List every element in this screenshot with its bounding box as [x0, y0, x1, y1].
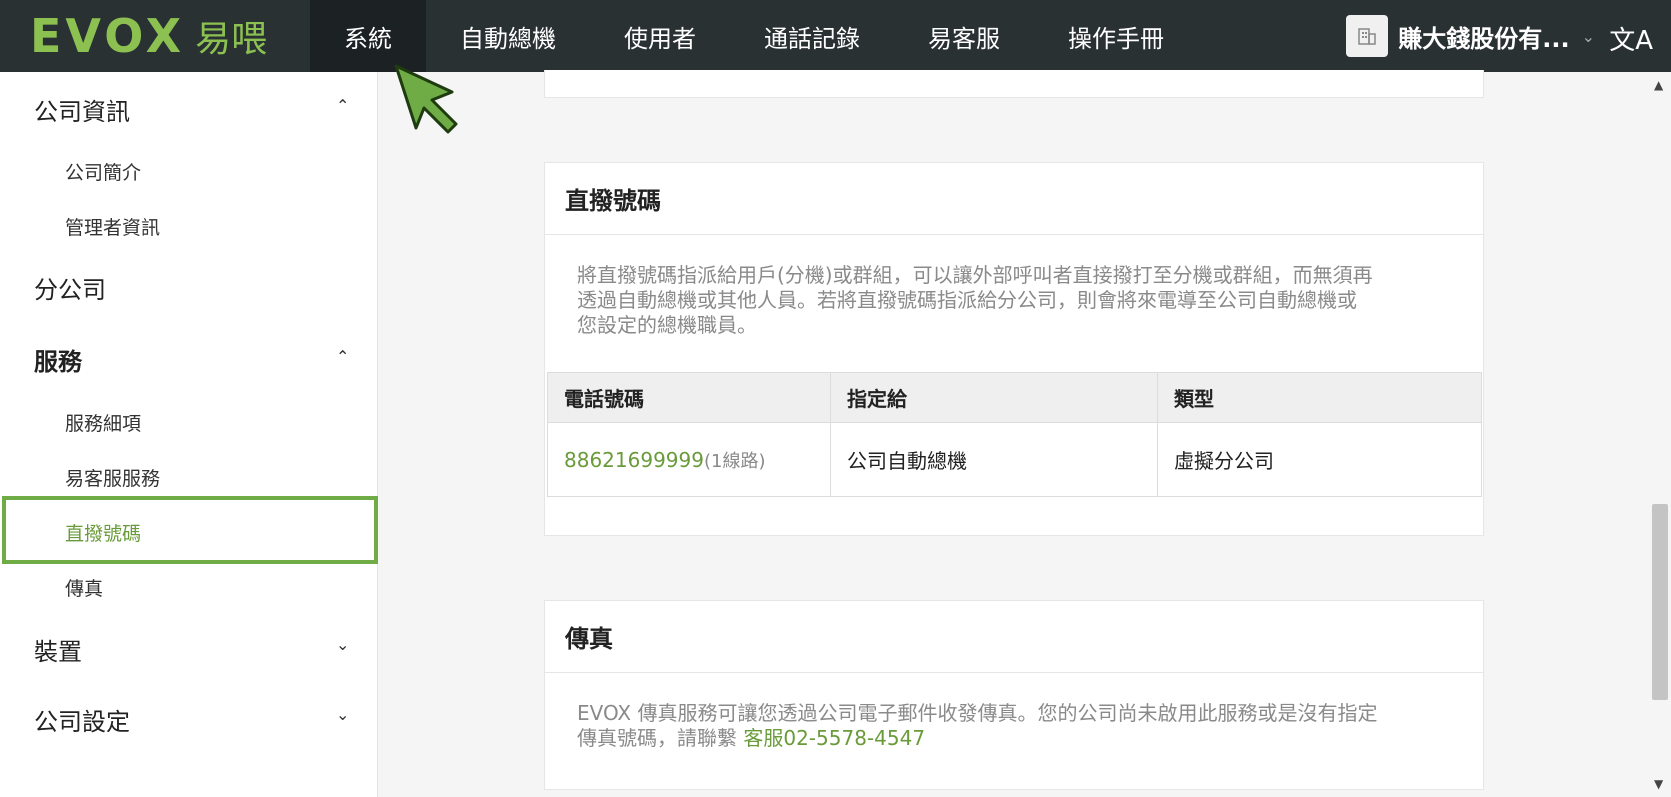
nav-label: 自動總機	[460, 24, 556, 53]
logo-chinese: 易喂	[195, 19, 268, 60]
desc-text: 傳真號碼，請聯繫	[577, 726, 744, 750]
column-header-assigned[interactable]: 指定給	[830, 372, 1158, 423]
sidebar-item-company-profile[interactable]: 公司簡介	[65, 158, 141, 185]
table-row[interactable]: 88621699999(1線路) 公司自動總機 虛擬分公司	[547, 422, 1482, 497]
sidebar-item-fax[interactable]: 傳真	[65, 574, 103, 601]
cell-phone[interactable]: 88621699999(1線路)	[547, 422, 831, 497]
nav-item-users[interactable]: 使用者	[590, 0, 730, 72]
nav-item-easy-service[interactable]: 易客服	[894, 0, 1034, 72]
direct-number-table: 電話號碼 指定給 類型 88621699999(1線路) 公司自動總機 虛擬分公…	[547, 372, 1482, 497]
cell-type: 虛擬分公司	[1157, 422, 1482, 497]
scrollbar[interactable]: ▲ ▼	[1649, 72, 1671, 797]
chevron-up-icon[interactable]: ⌃	[336, 347, 349, 366]
pointer-cursor-icon	[394, 64, 458, 134]
nav-label: 使用者	[624, 24, 696, 53]
scroll-down-arrow-icon[interactable]: ▼	[1654, 777, 1663, 791]
sidebar-group-company-info[interactable]: 公司資訊	[34, 92, 130, 127]
nav-item-call-records[interactable]: 通話記錄	[730, 0, 894, 72]
company-selector[interactable]: 賺大錢股份有... ⌄	[1346, 12, 1595, 60]
nav-item-system[interactable]: 系統	[310, 0, 426, 72]
sidebar-item-admin-info[interactable]: 管理者資訊	[65, 213, 160, 240]
sidebar-group-services[interactable]: 服務	[34, 342, 82, 377]
column-header-type[interactable]: 類型	[1157, 372, 1482, 423]
company-name: 賺大錢股份有...	[1398, 24, 1570, 53]
desc-line: 您設定的總機職員。	[577, 313, 757, 337]
nav-label: 操作手冊	[1068, 24, 1164, 53]
line-count: (1線路)	[703, 450, 766, 472]
sidebar-item-service-details[interactable]: 服務細項	[65, 409, 141, 436]
chevron-down-icon[interactable]: ⌄	[336, 635, 349, 654]
fax-description: EVOX 傳真服務可讓您透過公司電子郵件收發傳真。您的公司尚未啟用此服務或是沒有…	[545, 673, 1483, 751]
chevron-down-icon[interactable]: ⌄	[336, 705, 349, 724]
desc-line: 傳真號碼，請聯繫 客服02-5578-4547	[577, 726, 1451, 751]
desc-line: EVOX 傳真服務可讓您透過公司電子郵件收發傳真。您的公司尚未啟用此服務或是沒有…	[577, 701, 1378, 725]
sidebar-group-devices[interactable]: 裝置	[34, 632, 82, 667]
desc-line: 將直撥號碼指派給用戶(分機)或群組，可以讓外部呼叫者直接撥打至分機或群組，而無須…	[577, 263, 1373, 287]
direct-number-description: 將直撥號碼指派給用戶(分機)或群組，可以讓外部呼叫者直接撥打至分機或群組，而無須…	[545, 235, 1483, 338]
direct-number-title: 直撥號碼	[545, 163, 1483, 235]
support-phone-link[interactable]: 客服02-5578-4547	[743, 726, 925, 750]
phone-number[interactable]: 88621699999	[564, 448, 704, 472]
chevron-up-icon[interactable]: ⌃	[336, 96, 349, 115]
logo-text: EVOX	[30, 9, 186, 63]
nav-label: 系統	[344, 24, 392, 53]
direct-number-card: 直撥號碼 將直撥號碼指派給用戶(分機)或群組，可以讓外部呼叫者直接撥打至分機或群…	[544, 162, 1484, 536]
table-header-row: 電話號碼 指定給 類型	[547, 372, 1482, 423]
column-header-phone[interactable]: 電話號碼	[547, 372, 831, 423]
sidebar-group-company-settings[interactable]: 公司設定	[34, 702, 130, 737]
nav-item-auto-attendant[interactable]: 自動總機	[426, 0, 590, 72]
highlight-box	[2, 496, 378, 564]
sidebar-item-easy-service[interactable]: 易客服服務	[65, 464, 160, 491]
translate-icon[interactable]: 文A	[1609, 20, 1653, 57]
main-nav: 系統 自動總機 使用者 通話記錄 易客服 操作手冊	[310, 0, 1198, 72]
main-content: 直撥號碼 將直撥號碼指派給用戶(分機)或群組，可以讓外部呼叫者直接撥打至分機或群…	[379, 70, 1649, 797]
fax-card: 傳真 EVOX 傳真服務可讓您透過公司電子郵件收發傳真。您的公司尚未啟用此服務或…	[544, 600, 1484, 790]
sidebar-group-branch[interactable]: 分公司	[34, 270, 106, 305]
nav-label: 易客服	[928, 24, 1000, 53]
desc-line: 透過自動總機或其他人員。若將直撥號碼指派給分公司，則會將來電導至公司自動總機或	[577, 288, 1357, 312]
previous-card-bottom	[544, 70, 1484, 98]
chevron-down-icon: ⌄	[1581, 26, 1595, 46]
top-navigation-bar: EVOX 易喂 系統 自動總機 使用者 通話記錄 易客服 操作手冊 賺大錢股份有…	[0, 0, 1671, 72]
nav-label: 通話記錄	[764, 24, 860, 53]
sidebar: 公司資訊 ⌃ 公司簡介 管理者資訊 分公司 服務 ⌃ 服務細項 易客服服務 直撥…	[0, 72, 378, 797]
logo[interactable]: EVOX 易喂	[0, 0, 310, 72]
nav-item-manual[interactable]: 操作手冊	[1034, 0, 1198, 72]
building-icon	[1346, 15, 1389, 57]
scroll-up-arrow-icon[interactable]: ▲	[1654, 78, 1663, 92]
cell-assigned: 公司自動總機	[830, 422, 1158, 497]
scrollbar-thumb[interactable]	[1652, 504, 1668, 700]
fax-title: 傳真	[545, 601, 1483, 673]
